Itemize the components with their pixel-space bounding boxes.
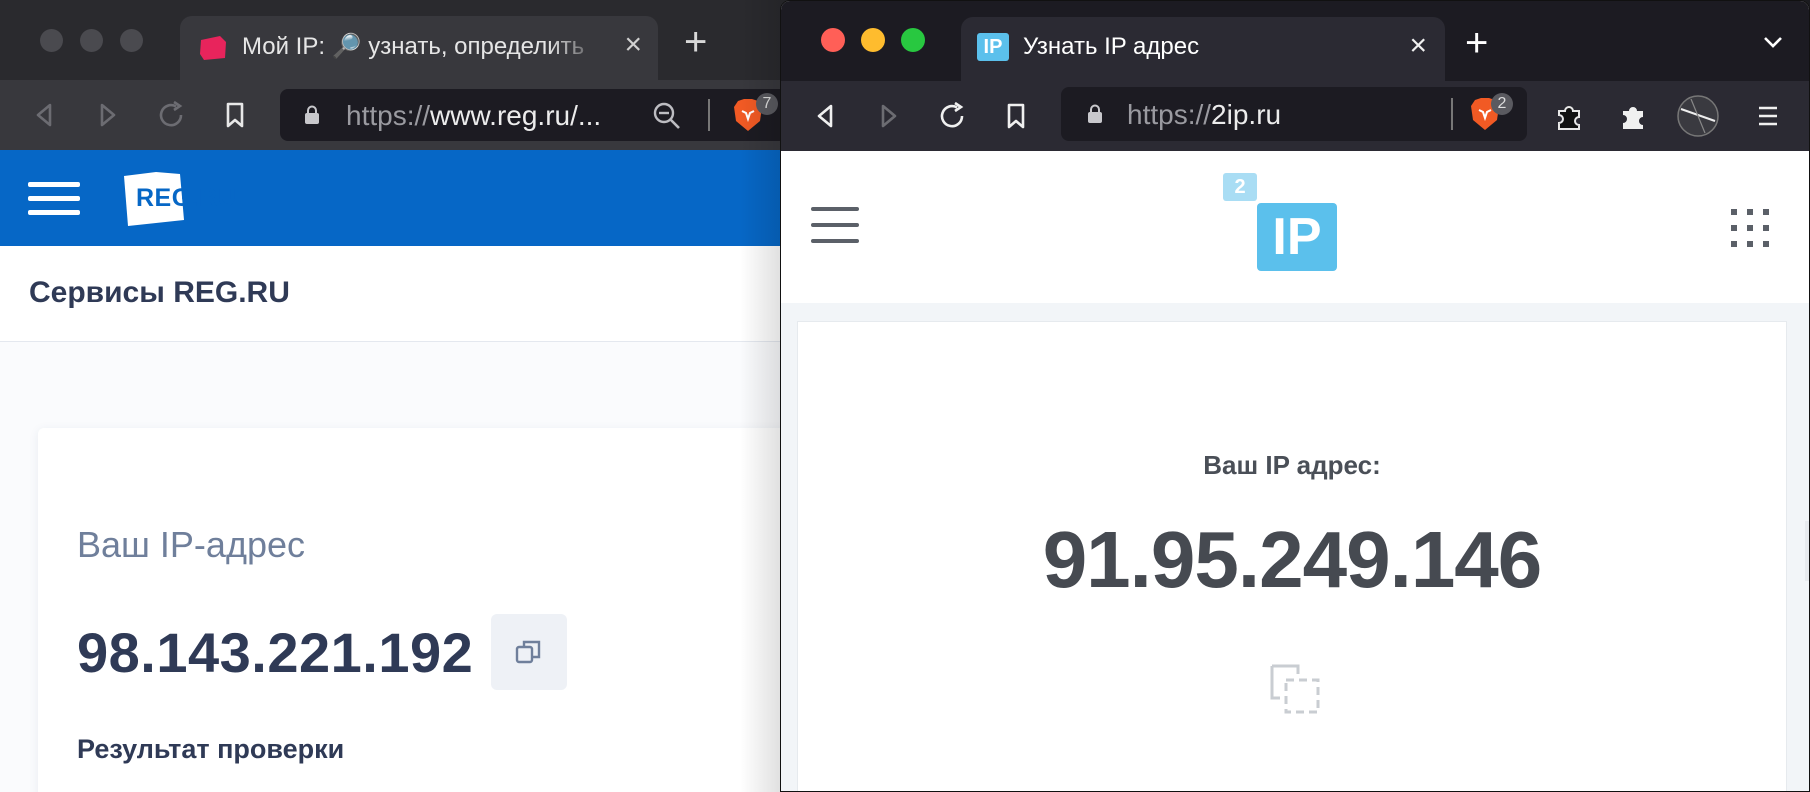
browser-window-regru: Мой IP: 🔎 узнать, определить × + https:/… [0, 0, 800, 792]
regru-content: Ваш IP-адрес 98.143.221.192 Результат пр… [0, 342, 800, 792]
ip-label: Ваш IP-адрес [77, 524, 305, 565]
new-tab-button[interactable]: + [684, 22, 707, 62]
forward-icon[interactable] [90, 98, 124, 132]
extension-puzzle-dark-icon[interactable] [1553, 99, 1587, 133]
address-bar[interactable]: https://2ip.ru 2 [1061, 87, 1527, 141]
nav-toolbar: https://2ip.ru 2 [781, 81, 1809, 151]
bookmark-icon[interactable] [218, 98, 252, 132]
tab-title: Узнать IP адрес [1023, 33, 1200, 60]
window-close-button[interactable] [40, 29, 63, 52]
window-zoom-button[interactable] [120, 29, 143, 52]
regru-services-bar: Сервисы REG.RU [0, 246, 800, 342]
ip-label: Ваш IP адрес: [1203, 450, 1381, 480]
bookmark-icon[interactable] [999, 99, 1033, 133]
window-zoom-button[interactable] [901, 28, 925, 52]
address-bar[interactable]: https://www.reg.ru/... 7 [280, 89, 800, 141]
window-minimize-button[interactable] [861, 28, 885, 52]
lock-icon [1088, 104, 1102, 123]
new-tab-button[interactable]: + [1465, 23, 1488, 63]
regru-header: REG.RU [0, 150, 800, 246]
regru-favicon-icon [200, 36, 226, 60]
regru-logo[interactable]: REG.RU [122, 170, 246, 228]
tab-regru[interactable]: Мой IP: 🔎 узнать, определить × [180, 16, 658, 80]
tab-strip: Мой IP: 🔎 узнать, определить × + [0, 0, 800, 80]
scrollbar[interactable] [1805, 521, 1809, 581]
window-minimize-button[interactable] [80, 29, 103, 52]
lock-icon [305, 105, 319, 124]
ip-address-value[interactable]: 91.95.249.146 [798, 514, 1786, 606]
nav-toolbar: https://www.reg.ru/... 7 [0, 80, 800, 150]
services-title[interactable]: Сервисы REG.RU [29, 276, 290, 310]
window-close-button[interactable] [821, 28, 845, 52]
reload-icon[interactable] [154, 98, 188, 132]
forward-icon[interactable] [871, 99, 905, 133]
url-separator [1451, 98, 1453, 130]
address-url: https://2ip.ru [1127, 99, 1282, 130]
menu-hamburger-icon[interactable] [811, 207, 859, 255]
extensions-icon[interactable] [1617, 99, 1651, 133]
profile-avatar-icon[interactable] [1677, 95, 1719, 137]
tab-2ip[interactable]: IP Узнать IP адрес × [961, 17, 1445, 81]
chevron-down-icon[interactable] [1763, 35, 1783, 49]
address-url: https://www.reg.ru/... [346, 100, 602, 131]
app-menu-icon[interactable] [1751, 99, 1785, 133]
menu-hamburger-icon[interactable] [28, 182, 80, 224]
2ip-content: Ваш IP адрес: 91.95.249.146 [781, 303, 1809, 791]
ip-card: Ваш IP адрес: 91.95.249.146 [797, 321, 1787, 791]
ip-address-value: 98.143.221.192 [77, 621, 474, 684]
check-result-label: Результат проверки [77, 734, 345, 764]
ip-card: Ваш IP-адрес 98.143.221.192 Результат пр… [38, 428, 800, 792]
close-tab-icon[interactable]: × [1409, 31, 1427, 61]
browser-window-2ip: IP Узнать IP адрес × + https://2ip.ru 2 … [780, 0, 1810, 792]
2ip-header: 2 IP [781, 151, 1809, 303]
tab-title: Мой IP: 🔎 узнать, определить [242, 33, 585, 60]
copy-ip-icon[interactable] [1268, 662, 1324, 718]
regru-logo-text: REG.RU [136, 184, 237, 212]
brave-shields-count-badge: 2 [1491, 93, 1513, 115]
2ip-logo-main: IP [1257, 203, 1337, 271]
close-tab-icon[interactable]: × [624, 30, 642, 60]
reload-icon[interactable] [935, 99, 969, 133]
2ip-favicon-icon: IP [977, 33, 1009, 61]
2ip-logo-small: 2 [1223, 173, 1257, 201]
copy-icon [515, 640, 541, 664]
zoom-out-icon[interactable] [652, 101, 682, 131]
apps-grid-icon[interactable] [1731, 209, 1769, 247]
copy-ip-button[interactable] [491, 614, 567, 690]
tab-strip: IP Узнать IP адрес × + [781, 1, 1809, 81]
2ip-logo[interactable]: 2 IP [1223, 173, 1339, 271]
url-separator [708, 99, 710, 131]
back-icon[interactable] [28, 98, 62, 132]
back-icon[interactable] [809, 99, 843, 133]
